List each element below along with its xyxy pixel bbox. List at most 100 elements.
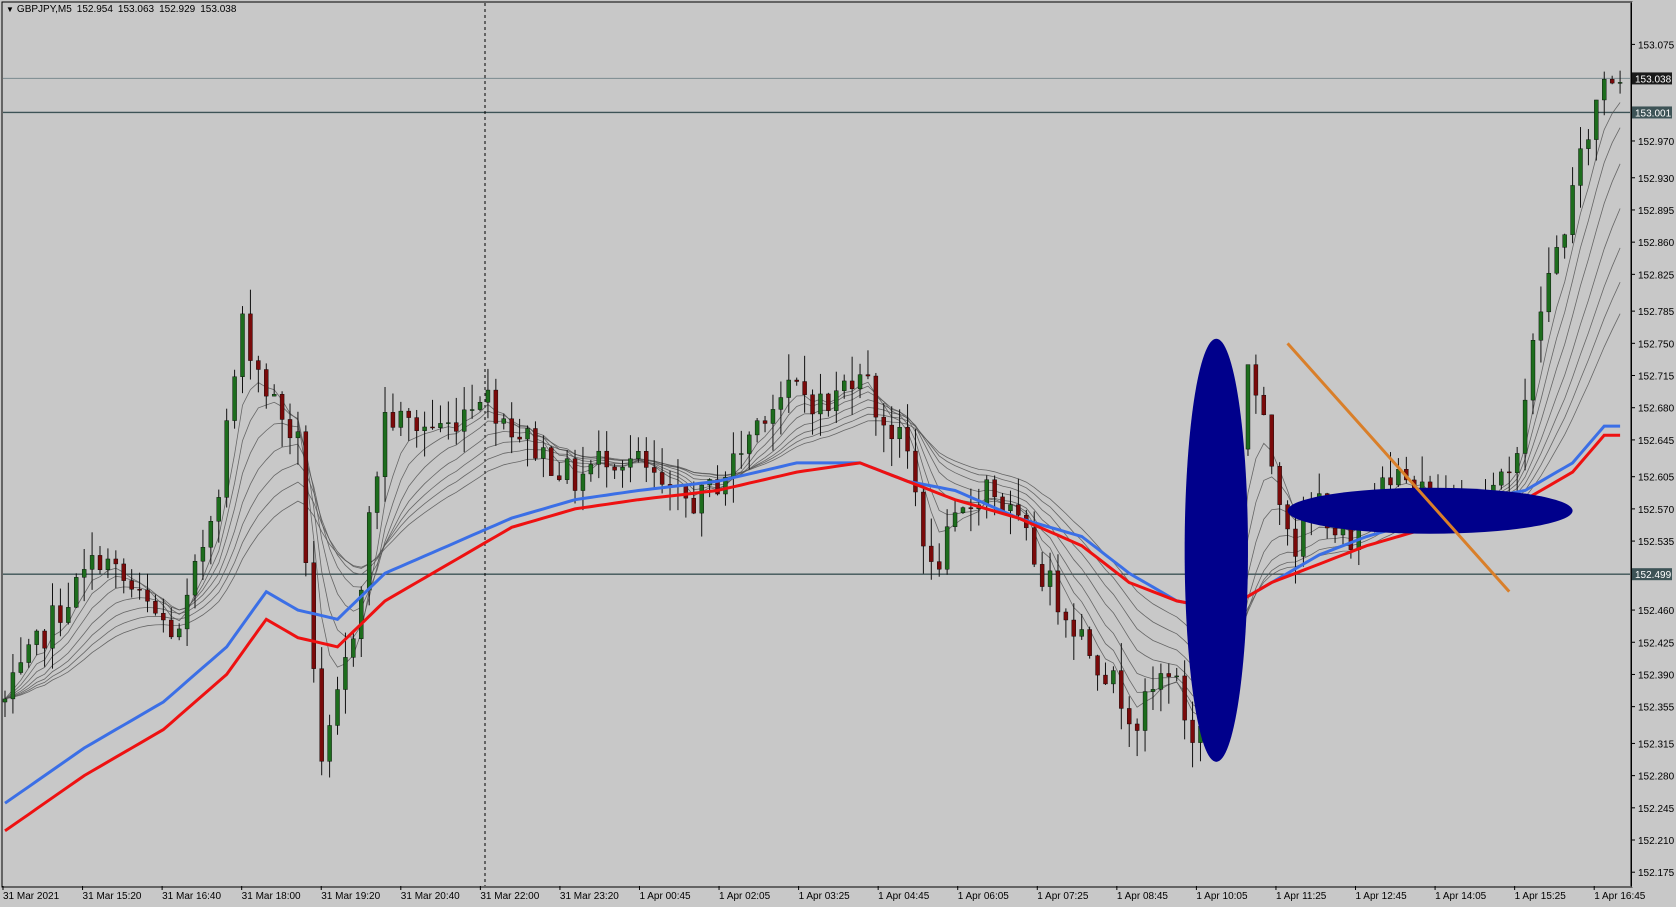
candle-body xyxy=(1578,148,1583,186)
candle-body xyxy=(176,628,182,638)
candle-body xyxy=(335,689,340,726)
price-chart[interactable]: 153.075 153.038 153.001 152.970 152.930 152.8… xyxy=(0,0,1676,907)
candle-body xyxy=(628,458,633,468)
candle-body xyxy=(422,426,427,431)
time-tick-label: 1 Apr 07:25 xyxy=(1037,891,1089,902)
price-tick-label: 152.970 xyxy=(1638,137,1675,148)
price-tick-label: 152.785 xyxy=(1638,307,1675,318)
candle-body xyxy=(1554,247,1559,274)
candle-body xyxy=(1570,185,1575,235)
candle-body xyxy=(161,613,166,621)
candle-body xyxy=(762,420,768,424)
time-tick-label: 31 Mar 19:20 xyxy=(321,891,380,902)
candle-body xyxy=(699,484,704,514)
candle-body xyxy=(1293,528,1298,557)
candle-body xyxy=(18,662,24,673)
candle-body xyxy=(1150,689,1156,692)
candle-body xyxy=(1269,414,1274,467)
candle-body xyxy=(644,451,649,468)
candle-body xyxy=(1039,564,1045,587)
candle-body xyxy=(826,393,831,411)
candle-body xyxy=(10,672,16,700)
candle-body xyxy=(1142,691,1148,731)
time-tick-label: 1 Apr 15:25 xyxy=(1515,891,1567,902)
candle-body xyxy=(1245,364,1251,450)
candle-body xyxy=(857,374,863,390)
candle-body xyxy=(34,630,39,645)
candle-body xyxy=(58,605,63,623)
candle-body xyxy=(264,369,269,397)
candle-body xyxy=(921,491,926,547)
price-tick-label: 152.315 xyxy=(1638,739,1675,750)
candle-body xyxy=(556,475,562,480)
candle-body xyxy=(26,644,31,663)
time-tick-label: 1 Apr 06:05 xyxy=(958,891,1010,902)
plot-area[interactable] xyxy=(1,1,1633,888)
candle-body xyxy=(612,466,617,471)
candle-body xyxy=(74,577,79,608)
time-tick-label: 31 Mar 16:40 xyxy=(162,891,221,902)
candle-body xyxy=(1594,99,1599,140)
time-tick-label: 31 Mar 18:00 xyxy=(242,891,301,902)
price-tick-label: 152.175 xyxy=(1638,868,1675,879)
price-tick-label: 152.605 xyxy=(1638,473,1675,484)
candle-body xyxy=(216,497,221,522)
price-tick-label: 152.460 xyxy=(1638,606,1675,617)
candle-body xyxy=(295,431,301,439)
candle-body xyxy=(1348,527,1354,550)
candle-body xyxy=(454,422,459,432)
candle-body xyxy=(929,545,934,562)
candle-body xyxy=(865,374,871,377)
candle-body xyxy=(319,668,324,762)
candle-body xyxy=(327,725,332,762)
candle-body xyxy=(580,473,586,491)
candle-body xyxy=(992,479,997,498)
candle-body xyxy=(952,512,958,527)
candle-body xyxy=(256,360,261,370)
candle-body xyxy=(873,375,879,418)
price-label: 153.038 xyxy=(1635,74,1672,85)
candle-body xyxy=(1507,471,1512,474)
candle-body xyxy=(1158,673,1164,690)
candle-body xyxy=(501,418,506,424)
ellipse-annotation xyxy=(1287,487,1573,534)
candle-body xyxy=(652,467,657,473)
candle-body xyxy=(960,507,966,513)
candle-body xyxy=(944,526,950,570)
candle-body xyxy=(549,447,554,476)
candle-body xyxy=(1032,527,1037,565)
candle-body xyxy=(1111,670,1116,685)
candle-body xyxy=(200,547,206,562)
candle-body xyxy=(137,589,142,591)
candle-body xyxy=(747,434,752,454)
ellipse-annotation xyxy=(1184,338,1248,762)
price-tick-label: 152.750 xyxy=(1638,339,1675,350)
candle-body xyxy=(1562,234,1567,248)
candle-body xyxy=(786,379,791,398)
candle-body xyxy=(430,426,435,429)
candle-body xyxy=(461,409,467,432)
candle-body xyxy=(129,580,134,590)
candle-body xyxy=(248,313,253,361)
candle-body xyxy=(192,560,198,596)
candle-body xyxy=(105,558,111,571)
candle-body xyxy=(81,569,87,578)
candle-body xyxy=(311,562,316,669)
candle-body xyxy=(1301,516,1306,557)
candle-body xyxy=(1127,708,1132,725)
price-tick-label: 152.860 xyxy=(1638,238,1675,249)
candle-body xyxy=(184,594,190,630)
candle-body xyxy=(1530,340,1536,401)
candle-body xyxy=(834,390,839,411)
candle-body xyxy=(1499,471,1504,486)
candle-body xyxy=(113,558,119,565)
candle-body xyxy=(232,376,237,421)
candle-body xyxy=(1617,82,1623,84)
candle-body xyxy=(97,555,103,571)
close-value: 153.038 xyxy=(200,4,237,15)
candle-body xyxy=(438,423,443,428)
dropdown-triangle-icon[interactable]: ▼ xyxy=(6,5,14,14)
chart-window[interactable]: 153.075 153.038 153.001 152.970 152.930 152.8… xyxy=(0,0,1676,907)
candle-body xyxy=(683,484,689,499)
candle-body xyxy=(351,638,356,658)
